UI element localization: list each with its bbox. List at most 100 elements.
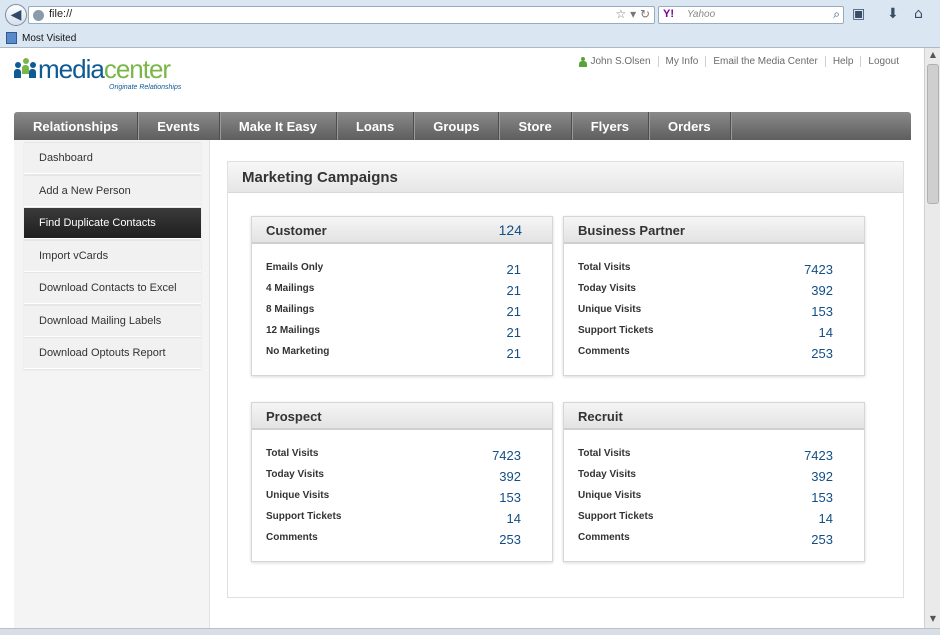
row-value: 392 xyxy=(811,469,833,484)
card-title: Prospect xyxy=(266,409,322,424)
row-label: Support Tickets xyxy=(578,325,654,336)
nav-orders[interactable]: Orders xyxy=(649,112,731,140)
row-label: Unique Visits xyxy=(578,304,642,315)
row-label: Unique Visits xyxy=(578,490,642,501)
nav-events[interactable]: Events xyxy=(138,112,220,140)
scroll-down-arrow-icon[interactable]: ▼ xyxy=(927,614,939,626)
scroll-thumb[interactable] xyxy=(927,64,939,204)
yahoo-logo[interactable]: Y! xyxy=(663,8,674,20)
account-links: John S.Olsen My Info Email the Media Cen… xyxy=(579,56,906,67)
nav-relationships[interactable]: Relationships xyxy=(14,112,139,140)
row-value: 21 xyxy=(506,304,521,319)
row-value: 7423 xyxy=(804,262,833,277)
globe-icon xyxy=(33,10,44,21)
card-business-partner: Business Partner Total Visits 7423 Today… xyxy=(563,216,865,376)
panel-header: Marketing Campaigns xyxy=(228,162,903,193)
row-value: 21 xyxy=(506,325,521,340)
row-value: 21 xyxy=(506,346,521,361)
browser-nav-row: ◀ file:// ☆ ▾ ↻ Y! Yahoo ⌕ ▣ ⬇ ⌂ xyxy=(0,0,940,30)
mediacenter-logo[interactable]: mediacenter Originate Relationships xyxy=(14,54,184,96)
help-link[interactable]: Help xyxy=(824,56,861,67)
sidebar-item-import-vcards[interactable]: Import vCards xyxy=(24,240,201,272)
card-title: Business Partner xyxy=(578,223,685,238)
bookmark-most-visited[interactable]: Most Visited xyxy=(22,33,76,44)
sidebar: Dashboard Add a New Person Find Duplicat… xyxy=(14,140,210,628)
nav-loans[interactable]: Loans xyxy=(337,112,415,140)
row-label: Today Visits xyxy=(578,469,636,480)
row-label: Comments xyxy=(578,346,630,357)
search-input[interactable]: Yahoo xyxy=(687,9,715,20)
logout-link[interactable]: Logout xyxy=(860,56,906,67)
scroll-up-arrow-icon[interactable]: ▲ xyxy=(927,50,939,62)
row-value: 7423 xyxy=(804,448,833,463)
row-value: 14 xyxy=(506,511,521,526)
row-value: 253 xyxy=(499,532,521,547)
bookmark-folder-icon xyxy=(6,32,17,44)
email-media-center-link[interactable]: Email the Media Center xyxy=(705,56,825,67)
nav-make-it-easy[interactable]: Make It Easy xyxy=(220,112,337,140)
row-label: Unique Visits xyxy=(266,490,330,501)
row-label: 4 Mailings xyxy=(266,283,315,294)
nav-groups[interactable]: Groups xyxy=(414,112,500,140)
url-bar-icons: ☆ ▾ ↻ xyxy=(615,7,650,21)
reload-icon[interactable]: ↻ xyxy=(640,7,650,21)
dropdown-chevron-icon[interactable]: ▾ xyxy=(630,7,636,21)
row-value: 253 xyxy=(811,346,833,361)
back-arrow-icon[interactable]: ◀ xyxy=(5,4,27,26)
page-viewport: mediacenter Originate Relationships John… xyxy=(0,48,924,628)
main-nav: Relationships Events Make It Easy Loans … xyxy=(14,112,911,140)
row-value: 253 xyxy=(811,532,833,547)
row-value: 153 xyxy=(811,490,833,505)
card-customer: Customer 124 Emails Only 21 4 Mailings 2… xyxy=(251,216,553,376)
search-icon[interactable]: ⌕ xyxy=(833,7,840,22)
sidebar-item-download-excel[interactable]: Download Contacts to Excel xyxy=(24,272,201,304)
row-label: Total Visits xyxy=(266,448,319,459)
sidebar-item-download-optouts[interactable]: Download Optouts Report xyxy=(24,337,201,369)
row-label: Today Visits xyxy=(266,469,324,480)
logo-tagline: Originate Relationships xyxy=(109,84,182,91)
row-label: Support Tickets xyxy=(266,511,342,522)
row-value: 153 xyxy=(499,490,521,505)
row-value: 153 xyxy=(811,304,833,319)
row-value: 14 xyxy=(818,325,833,340)
row-value: 21 xyxy=(506,262,521,277)
row-label: Today Visits xyxy=(578,283,636,294)
logo-wordmark: mediacenter xyxy=(38,54,171,84)
row-value: 392 xyxy=(499,469,521,484)
sidebar-item-find-duplicates[interactable]: Find Duplicate Contacts xyxy=(24,207,201,239)
nav-store[interactable]: Store xyxy=(499,112,572,140)
card-title: Recruit xyxy=(578,409,623,424)
user-icon xyxy=(579,56,588,67)
card-recruit: Recruit Total Visits 7423 Today Visits 3… xyxy=(563,402,865,562)
page-title: Marketing Campaigns xyxy=(242,169,398,186)
page-scrollbar[interactable]: ▲ ▼ xyxy=(924,48,940,628)
nav-flyers[interactable]: Flyers xyxy=(572,112,650,140)
sidebar-item-add-person[interactable]: Add a New Person xyxy=(24,175,201,207)
row-label: Comments xyxy=(578,532,630,543)
sidebar-item-dashboard[interactable]: Dashboard xyxy=(24,142,201,174)
home-icon[interactable]: ⌂ xyxy=(914,6,923,22)
card-header: Recruit xyxy=(564,403,864,430)
browser-status-bar xyxy=(0,628,940,635)
row-label: Total Visits xyxy=(578,262,631,273)
row-label: Emails Only xyxy=(266,262,324,273)
card-header: Business Partner xyxy=(564,217,864,244)
bookmarks-menu-icon[interactable]: ▣ xyxy=(852,6,865,22)
row-label: Total Visits xyxy=(578,448,631,459)
card-count: 124 xyxy=(498,222,522,238)
bookmarks-toolbar: Most Visited xyxy=(0,30,940,48)
search-bar[interactable]: Y! Yahoo ⌕ xyxy=(658,6,844,24)
card-header: Prospect xyxy=(252,403,552,430)
sidebar-item-download-labels[interactable]: Download Mailing Labels xyxy=(24,305,201,337)
download-icon[interactable]: ⬇ xyxy=(887,6,899,22)
card-prospect: Prospect Total Visits 7423 Today Visits … xyxy=(251,402,553,562)
row-label: Comments xyxy=(266,532,318,543)
row-value: 7423 xyxy=(492,448,521,463)
my-info-link[interactable]: My Info xyxy=(657,56,706,67)
row-label: No Marketing xyxy=(266,346,330,357)
user-name-link[interactable]: John S.Olsen xyxy=(590,56,657,67)
card-title: Customer xyxy=(266,223,327,238)
bookmark-star-icon[interactable]: ☆ xyxy=(615,7,626,21)
url-bar[interactable]: file:// ☆ ▾ ↻ xyxy=(28,6,655,24)
row-label: 8 Mailings xyxy=(266,304,315,315)
